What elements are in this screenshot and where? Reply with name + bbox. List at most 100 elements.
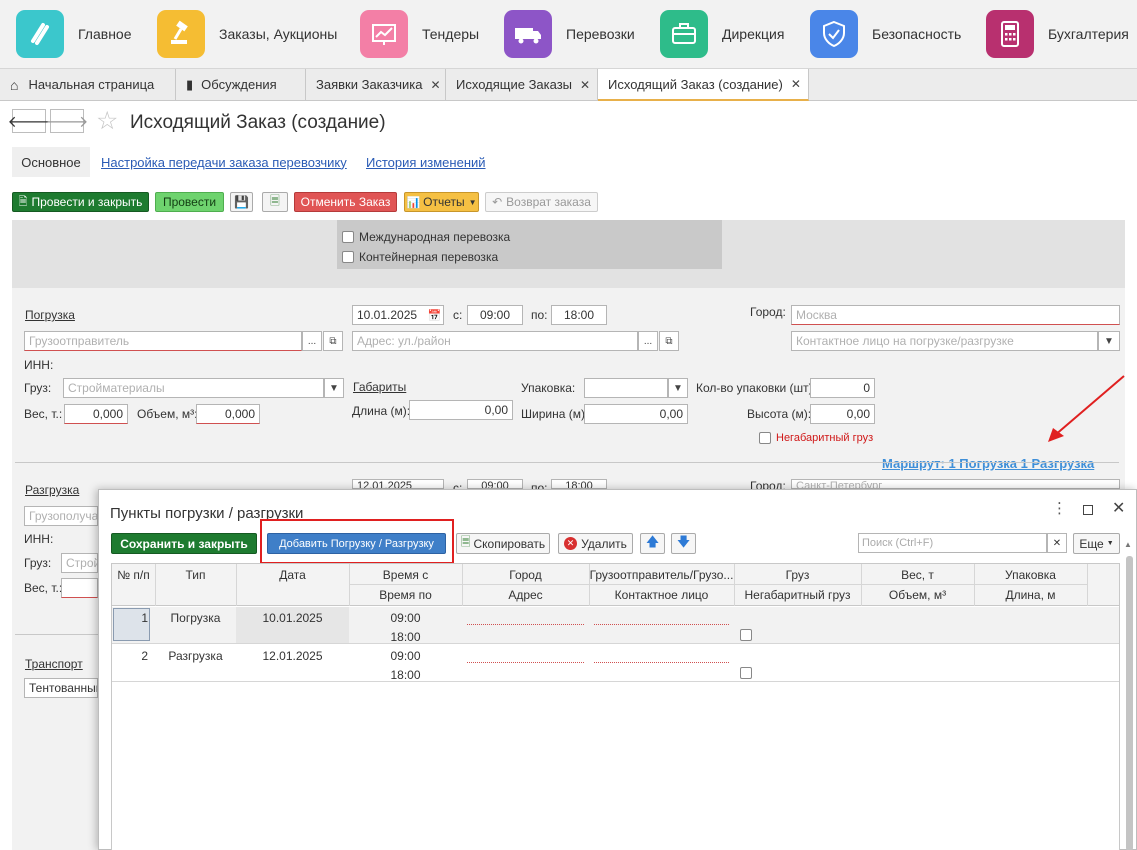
return-order-button[interactable]: ↶ Возврат заказа xyxy=(485,192,598,212)
save-and-close-button[interactable]: Сохранить и закрыть xyxy=(111,533,257,554)
column-header[interactable]: Объем, м³ xyxy=(861,588,974,602)
column-header[interactable]: Груз xyxy=(734,568,861,582)
unloading-date-input[interactable]: 12.01.2025 xyxy=(352,479,444,489)
receiver-input[interactable]: Грузополучатель xyxy=(24,506,98,526)
subtab-history[interactable]: История изменений xyxy=(366,147,486,177)
column-header[interactable]: Упаковка xyxy=(974,568,1087,582)
loading-city-input[interactable]: Москва xyxy=(791,305,1120,325)
oversize-checkbox[interactable] xyxy=(740,667,752,679)
packaging-input[interactable] xyxy=(584,378,668,398)
nav-item-tenders[interactable]: Тендеры xyxy=(360,10,479,58)
length-input[interactable]: 0,00 xyxy=(409,400,513,420)
subtab-main[interactable]: Основное xyxy=(12,147,90,177)
post-button[interactable]: Провести xyxy=(155,192,224,212)
chevron-down-icon[interactable]: ▼ xyxy=(668,378,688,398)
column-header[interactable]: Вес, т xyxy=(861,568,974,582)
calendar-icon[interactable]: 📅 xyxy=(425,305,444,325)
international-checkbox[interactable] xyxy=(342,231,354,243)
route-link[interactable]: Маршрут: 1 Погрузка 1 Разгрузка xyxy=(882,456,1094,471)
oversize-checkbox[interactable] xyxy=(759,432,771,444)
chevron-down-icon[interactable]: ▼ xyxy=(1098,331,1120,351)
contact-person-input[interactable]: Контактное лицо на погрузке/разгрузке xyxy=(791,331,1098,351)
copy-document-button[interactable]: 🗏 xyxy=(262,192,288,212)
save-button[interactable]: 💾 xyxy=(230,192,253,212)
nav-item-main[interactable]: Главное xyxy=(16,10,132,58)
delete-button[interactable]: ✕ Удалить xyxy=(558,533,633,554)
tab-outgoing-order-create[interactable]: Исходящий Заказ (создание) ✕ xyxy=(598,69,809,101)
loading-time-to-input[interactable]: 18:00 xyxy=(551,305,607,325)
loading-time-from-input[interactable]: 09:00 xyxy=(467,305,523,325)
address-input[interactable]: Адрес: ул./район xyxy=(352,331,638,351)
unloading-time-to-input[interactable]: 18:00 xyxy=(551,479,607,489)
close-icon[interactable]: ✕ xyxy=(791,77,801,91)
nav-item-transport[interactable]: Перевозки xyxy=(504,10,635,58)
column-header[interactable]: Грузоотправитель/Грузо... xyxy=(589,568,734,582)
forward-button[interactable]: 🡒 xyxy=(46,109,88,133)
column-header[interactable]: Дата xyxy=(236,568,349,582)
tab-customer-requests[interactable]: Заявки Заказчика ✕ xyxy=(306,69,446,100)
ellipsis-icon[interactable]: ... xyxy=(638,331,658,351)
loading-link[interactable]: Погрузка xyxy=(25,308,75,322)
cargo-input[interactable]: Стройматериалы xyxy=(61,553,98,573)
open-icon[interactable]: ⧉ xyxy=(659,331,679,351)
tab-label: Исходящий Заказ (создание) xyxy=(608,76,783,92)
clear-search-icon[interactable]: ✕ xyxy=(1047,533,1067,553)
width-input[interactable]: 0,00 xyxy=(584,404,688,424)
nav-item-orders[interactable]: Заказы, Аукционы xyxy=(157,10,337,58)
move-down-button[interactable]: 🡇 xyxy=(671,533,696,554)
nav-item-directorate[interactable]: Дирекция xyxy=(660,10,784,58)
column-header[interactable]: Город xyxy=(462,568,589,582)
post-and-close-button[interactable]: 🗎 Провести и закрыть xyxy=(12,192,149,212)
volume-input[interactable]: 0,000 xyxy=(196,404,260,424)
add-point-button[interactable]: Добавить Погрузку / Разгрузку xyxy=(267,533,446,554)
more-dropdown[interactable]: Еще ▼ xyxy=(1073,533,1120,554)
nav-item-security[interactable]: Безопасность xyxy=(810,10,961,58)
maximize-icon[interactable] xyxy=(1083,505,1093,515)
move-up-button[interactable]: 🡅 xyxy=(640,533,665,554)
column-header[interactable]: № п/п xyxy=(112,568,155,582)
ellipsis-icon[interactable]: ... xyxy=(302,331,322,351)
cancel-order-button[interactable]: Отменить Заказ xyxy=(294,192,397,212)
open-icon[interactable]: ⧉ xyxy=(323,331,343,351)
column-header[interactable]: Адрес xyxy=(462,588,589,602)
close-icon[interactable]: ✕ xyxy=(1112,500,1125,518)
weight-input[interactable]: 0,000 xyxy=(64,404,128,424)
back-button[interactable]: 🡐 xyxy=(8,109,50,133)
unloading-city-input[interactable]: Санкт-Петербург xyxy=(791,479,1120,489)
tab-discussions[interactable]: ▮ Обсуждения xyxy=(176,69,306,100)
reports-dropdown[interactable]: 📊 Отчеты ▼ xyxy=(404,192,479,212)
copy-button[interactable]: 🗏 Скопировать xyxy=(456,533,550,554)
unloading-time-from-input[interactable]: 09:00 xyxy=(467,479,523,489)
close-icon[interactable]: ✕ xyxy=(431,78,441,92)
chevron-down-icon[interactable]: ▼ xyxy=(324,378,344,398)
container-checkbox[interactable] xyxy=(342,251,354,263)
shipper-input[interactable]: Грузоотправитель xyxy=(24,331,302,351)
kebab-menu-icon[interactable]: ⋮ xyxy=(1052,501,1067,517)
column-header[interactable]: Время по xyxy=(349,588,462,602)
search-input[interactable]: Поиск (Ctrl+F) xyxy=(858,533,1047,553)
column-header[interactable]: Тип xyxy=(155,568,236,582)
close-icon[interactable]: ✕ xyxy=(580,78,590,92)
tab-home[interactable]: ⌂ Начальная страница xyxy=(0,69,176,100)
column-header[interactable]: Длина, м xyxy=(974,588,1087,602)
column-header[interactable]: Контактное лицо xyxy=(589,588,734,602)
table-row[interactable]: 1 Погрузка 10.01.2025 09:00 18:00 xyxy=(112,607,1119,644)
scrollbar-thumb[interactable] xyxy=(1126,556,1133,850)
tab-outgoing-orders[interactable]: Исходящие Заказы ✕ xyxy=(446,69,598,100)
column-header[interactable]: Время с xyxy=(349,568,462,582)
transport-type-input[interactable]: Тентованный xyxy=(24,678,98,698)
star-icon[interactable]: ☆ xyxy=(96,108,118,134)
nav-item-accounting[interactable]: Бухгалтерия xyxy=(986,10,1129,58)
column-header[interactable]: Негабаритный груз xyxy=(734,588,861,602)
table-row[interactable]: 2 Разгрузка 12.01.2025 09:00 18:00 xyxy=(112,645,1119,682)
subtab-carrier-settings[interactable]: Настройка передачи заказа перевозчику xyxy=(101,147,347,177)
scroll-up-icon[interactable]: ▲ xyxy=(1124,540,1134,550)
weight-input[interactable] xyxy=(61,578,98,598)
height-input[interactable]: 0,00 xyxy=(810,404,875,424)
transport-link[interactable]: Транспорт xyxy=(25,657,83,671)
unloading-link[interactable]: Разгрузка xyxy=(25,483,79,497)
oversize-checkbox[interactable] xyxy=(740,629,752,641)
package-count-input[interactable]: 0 xyxy=(810,378,875,398)
cargo-input[interactable]: Стройматериалы xyxy=(63,378,324,398)
dimensions-link[interactable]: Габариты xyxy=(353,380,406,394)
